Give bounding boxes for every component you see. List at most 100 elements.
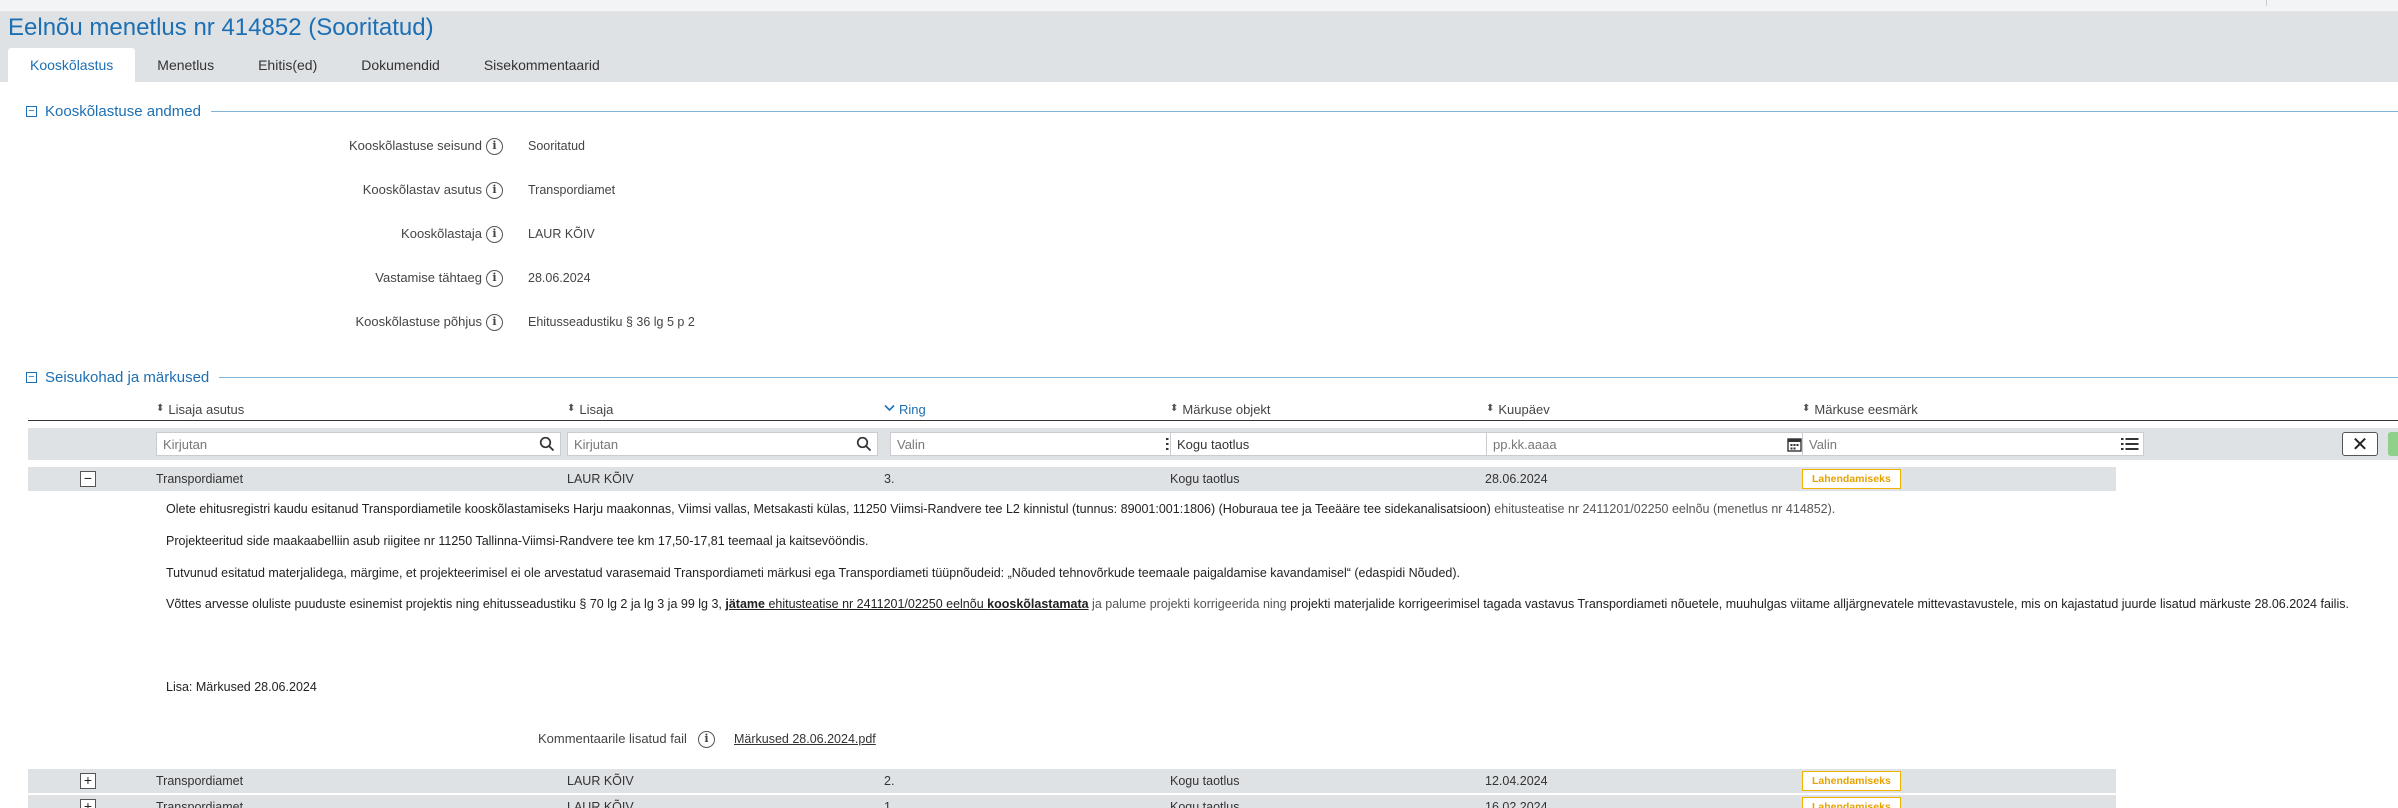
column-label: Lisaja asutus: [168, 401, 245, 417]
column-header-lisaja[interactable]: ⬍ Lisaja: [567, 398, 613, 420]
field-value: 28.06.2024: [528, 271, 591, 285]
comment-text: jätame: [725, 597, 765, 611]
filter-lisaja-asutus[interactable]: Kirjutan: [156, 432, 561, 456]
field-row: Kooskõlastaja i LAUR KÕIV: [0, 223, 1000, 247]
sort-icon: ⬍: [1802, 403, 1811, 414]
column-header-kuupaev[interactable]: ⬍ Kuupäev: [1486, 398, 1550, 420]
info-icon[interactable]: i: [698, 731, 715, 748]
collapse-row-icon[interactable]: −: [80, 471, 96, 487]
apply-filters-button[interactable]: [2388, 432, 2398, 456]
filter-placeholder: Kirjutan: [163, 436, 208, 452]
field-label: Kooskõlastaja: [401, 226, 482, 241]
search-icon[interactable]: [538, 435, 556, 453]
field-label: Kooskõlastav asutus: [362, 182, 482, 197]
field-label: Kooskõlastuse seisund: [349, 138, 482, 153]
table-row[interactable]: + Transpordiamet LAUR KÕIV 1. Kogu taotl…: [28, 795, 2116, 808]
row-org: Transpordiamet: [156, 774, 244, 788]
column-label: Märkuse objekt: [1182, 401, 1271, 417]
filter-bar: Kirjutan Kirjutan Valin Kogu taotlus pp.…: [28, 428, 2398, 460]
collapse-icon[interactable]: −: [26, 371, 37, 383]
sort-down-icon: [884, 404, 895, 415]
comment-paragraph: Projekteeritud side maakaabelliin asub r…: [166, 534, 869, 548]
calendar-icon[interactable]: [1785, 435, 1803, 453]
tab-kooskolastus[interactable]: Kooskõlastus: [8, 48, 136, 82]
tab-ehitised[interactable]: Ehitis(ed): [236, 48, 339, 82]
row-org: Transpordiamet: [156, 800, 244, 808]
column-header-ring[interactable]: Ring: [884, 398, 926, 420]
comment-paragraph: Tutvunud esitatud materjalidega, märgime…: [166, 566, 1460, 580]
top-strip: [0, 0, 2398, 12]
close-icon: ✕: [2351, 433, 2369, 456]
sort-icon: ⬍: [1486, 403, 1495, 414]
row-round: 3.: [884, 472, 895, 486]
page-header: Eelnõu menetlus nr 414852 (Sooritatud) K…: [0, 12, 2398, 82]
comment-text: kooskõlastamata: [987, 597, 1089, 611]
row-author: LAUR KÕIV: [567, 800, 634, 808]
field-row: Kooskõlastuse põhjus i Ehitusseadustiku …: [0, 311, 1000, 335]
column-header-lisaja-asutus[interactable]: ⬍ Lisaja asutus: [156, 398, 244, 420]
attachment-note: Lisa: Märkused 28.06.2024: [166, 680, 317, 694]
row-org: Transpordiamet: [156, 472, 244, 486]
filter-markuse-objekt[interactable]: Kogu taotlus: [1170, 432, 1508, 456]
comment-text: Võttes arvesse oluliste puuduste esinemi…: [166, 597, 726, 611]
filter-placeholder: Kirjutan: [574, 436, 619, 452]
attached-file-link[interactable]: Märkused 28.06.2024.pdf: [734, 732, 876, 746]
collapse-icon[interactable]: −: [26, 105, 37, 117]
column-label: Märkuse eesmärk: [1814, 401, 1918, 417]
field-value: Transpordiamet: [528, 183, 616, 197]
filter-kuupaev[interactable]: pp.kk.aaaa: [1486, 432, 1808, 456]
expand-row-icon[interactable]: +: [80, 773, 96, 789]
sort-icon: ⬍: [1170, 403, 1179, 414]
column-label: Lisaja: [579, 401, 614, 417]
tab-dokumendid[interactable]: Dokumendid: [339, 48, 462, 82]
list-icon[interactable]: [2121, 435, 2139, 453]
row-author: LAUR KÕIV: [567, 774, 634, 788]
filter-placeholder: Valin: [897, 436, 925, 452]
comment-text: Olete ehitusregistri kaudu esitanud Tran…: [166, 502, 1491, 516]
details-section-header: − Kooskõlastuse andmed: [26, 101, 2398, 121]
field-label: Kooskõlastuse põhjus: [355, 314, 482, 329]
comment-text: ehitusteatise nr 2411201/02250 eelnõu (m…: [1490, 502, 1836, 516]
comment-text: ja palume projekti korrigeerida ning: [1088, 597, 1287, 611]
comment-paragraph: Olete ehitusregistri kaudu esitanud Tran…: [166, 501, 2398, 518]
comment-text: ehitusteatise nr 2411201/02250 eelnõu: [764, 597, 988, 611]
column-header-markuse-objekt[interactable]: ⬍ Märkuse objekt: [1170, 398, 1271, 420]
attached-file-label: Kommentaarile lisatud fail: [538, 731, 687, 746]
info-icon[interactable]: i: [486, 182, 503, 199]
tab-bar: Kooskõlastus Menetlus Ehitis(ed) Dokumen…: [8, 48, 622, 82]
info-icon[interactable]: i: [486, 270, 503, 287]
filter-markuse-eesmark[interactable]: Valin: [1802, 432, 2144, 456]
status-badge: Lahendamiseks: [1802, 771, 1901, 791]
table-row[interactable]: − Transpordiamet LAUR KÕIV 3. Kogu taotl…: [28, 467, 2116, 491]
remarks-section-title[interactable]: Seisukohad ja märkused: [45, 369, 209, 386]
details-section-title[interactable]: Kooskõlastuse andmed: [45, 103, 201, 120]
comment-paragraph: Võttes arvesse oluliste puuduste esinemi…: [166, 596, 2398, 613]
filter-placeholder: pp.kk.aaaa: [1493, 436, 1557, 452]
field-row: Kooskõlastuse seisund i Sooritatud: [0, 135, 1000, 159]
sort-icon: ⬍: [156, 403, 165, 414]
status-badge: Lahendamiseks: [1802, 797, 1901, 808]
filter-value: Kogu taotlus: [1177, 436, 1250, 452]
info-icon[interactable]: i: [486, 226, 503, 243]
row-date: 12.04.2024: [1485, 774, 1548, 788]
tab-menetlus[interactable]: Menetlus: [135, 48, 236, 82]
info-icon[interactable]: i: [486, 314, 503, 331]
column-header-markuse-eesmark[interactable]: ⬍ Märkuse eesmärk: [1802, 398, 1918, 420]
filter-ring[interactable]: Valin: [890, 432, 1189, 456]
sort-icon: ⬍: [567, 403, 576, 414]
table-row[interactable]: + Transpordiamet LAUR KÕIV 2. Kogu taotl…: [28, 769, 2116, 793]
row-author: LAUR KÕIV: [567, 472, 634, 486]
filter-lisaja[interactable]: Kirjutan: [567, 432, 878, 456]
info-icon[interactable]: i: [486, 138, 503, 155]
comment-text: projekti materjalide korrigeerimisel tag…: [1286, 597, 2349, 611]
expand-row-icon[interactable]: +: [80, 799, 96, 808]
tab-sisekommentaarid[interactable]: Sisekommentaarid: [462, 48, 622, 82]
status-badge: Lahendamiseks: [1802, 469, 1901, 489]
row-object: Kogu taotlus: [1170, 800, 1240, 808]
top-strip-separator: [2266, 0, 2267, 6]
table-header-rule: [28, 420, 2398, 421]
field-value: Sooritatud: [528, 139, 585, 153]
search-icon[interactable]: [855, 435, 873, 453]
clear-filters-button[interactable]: ✕: [2342, 432, 2378, 456]
row-date: 28.06.2024: [1485, 472, 1548, 486]
